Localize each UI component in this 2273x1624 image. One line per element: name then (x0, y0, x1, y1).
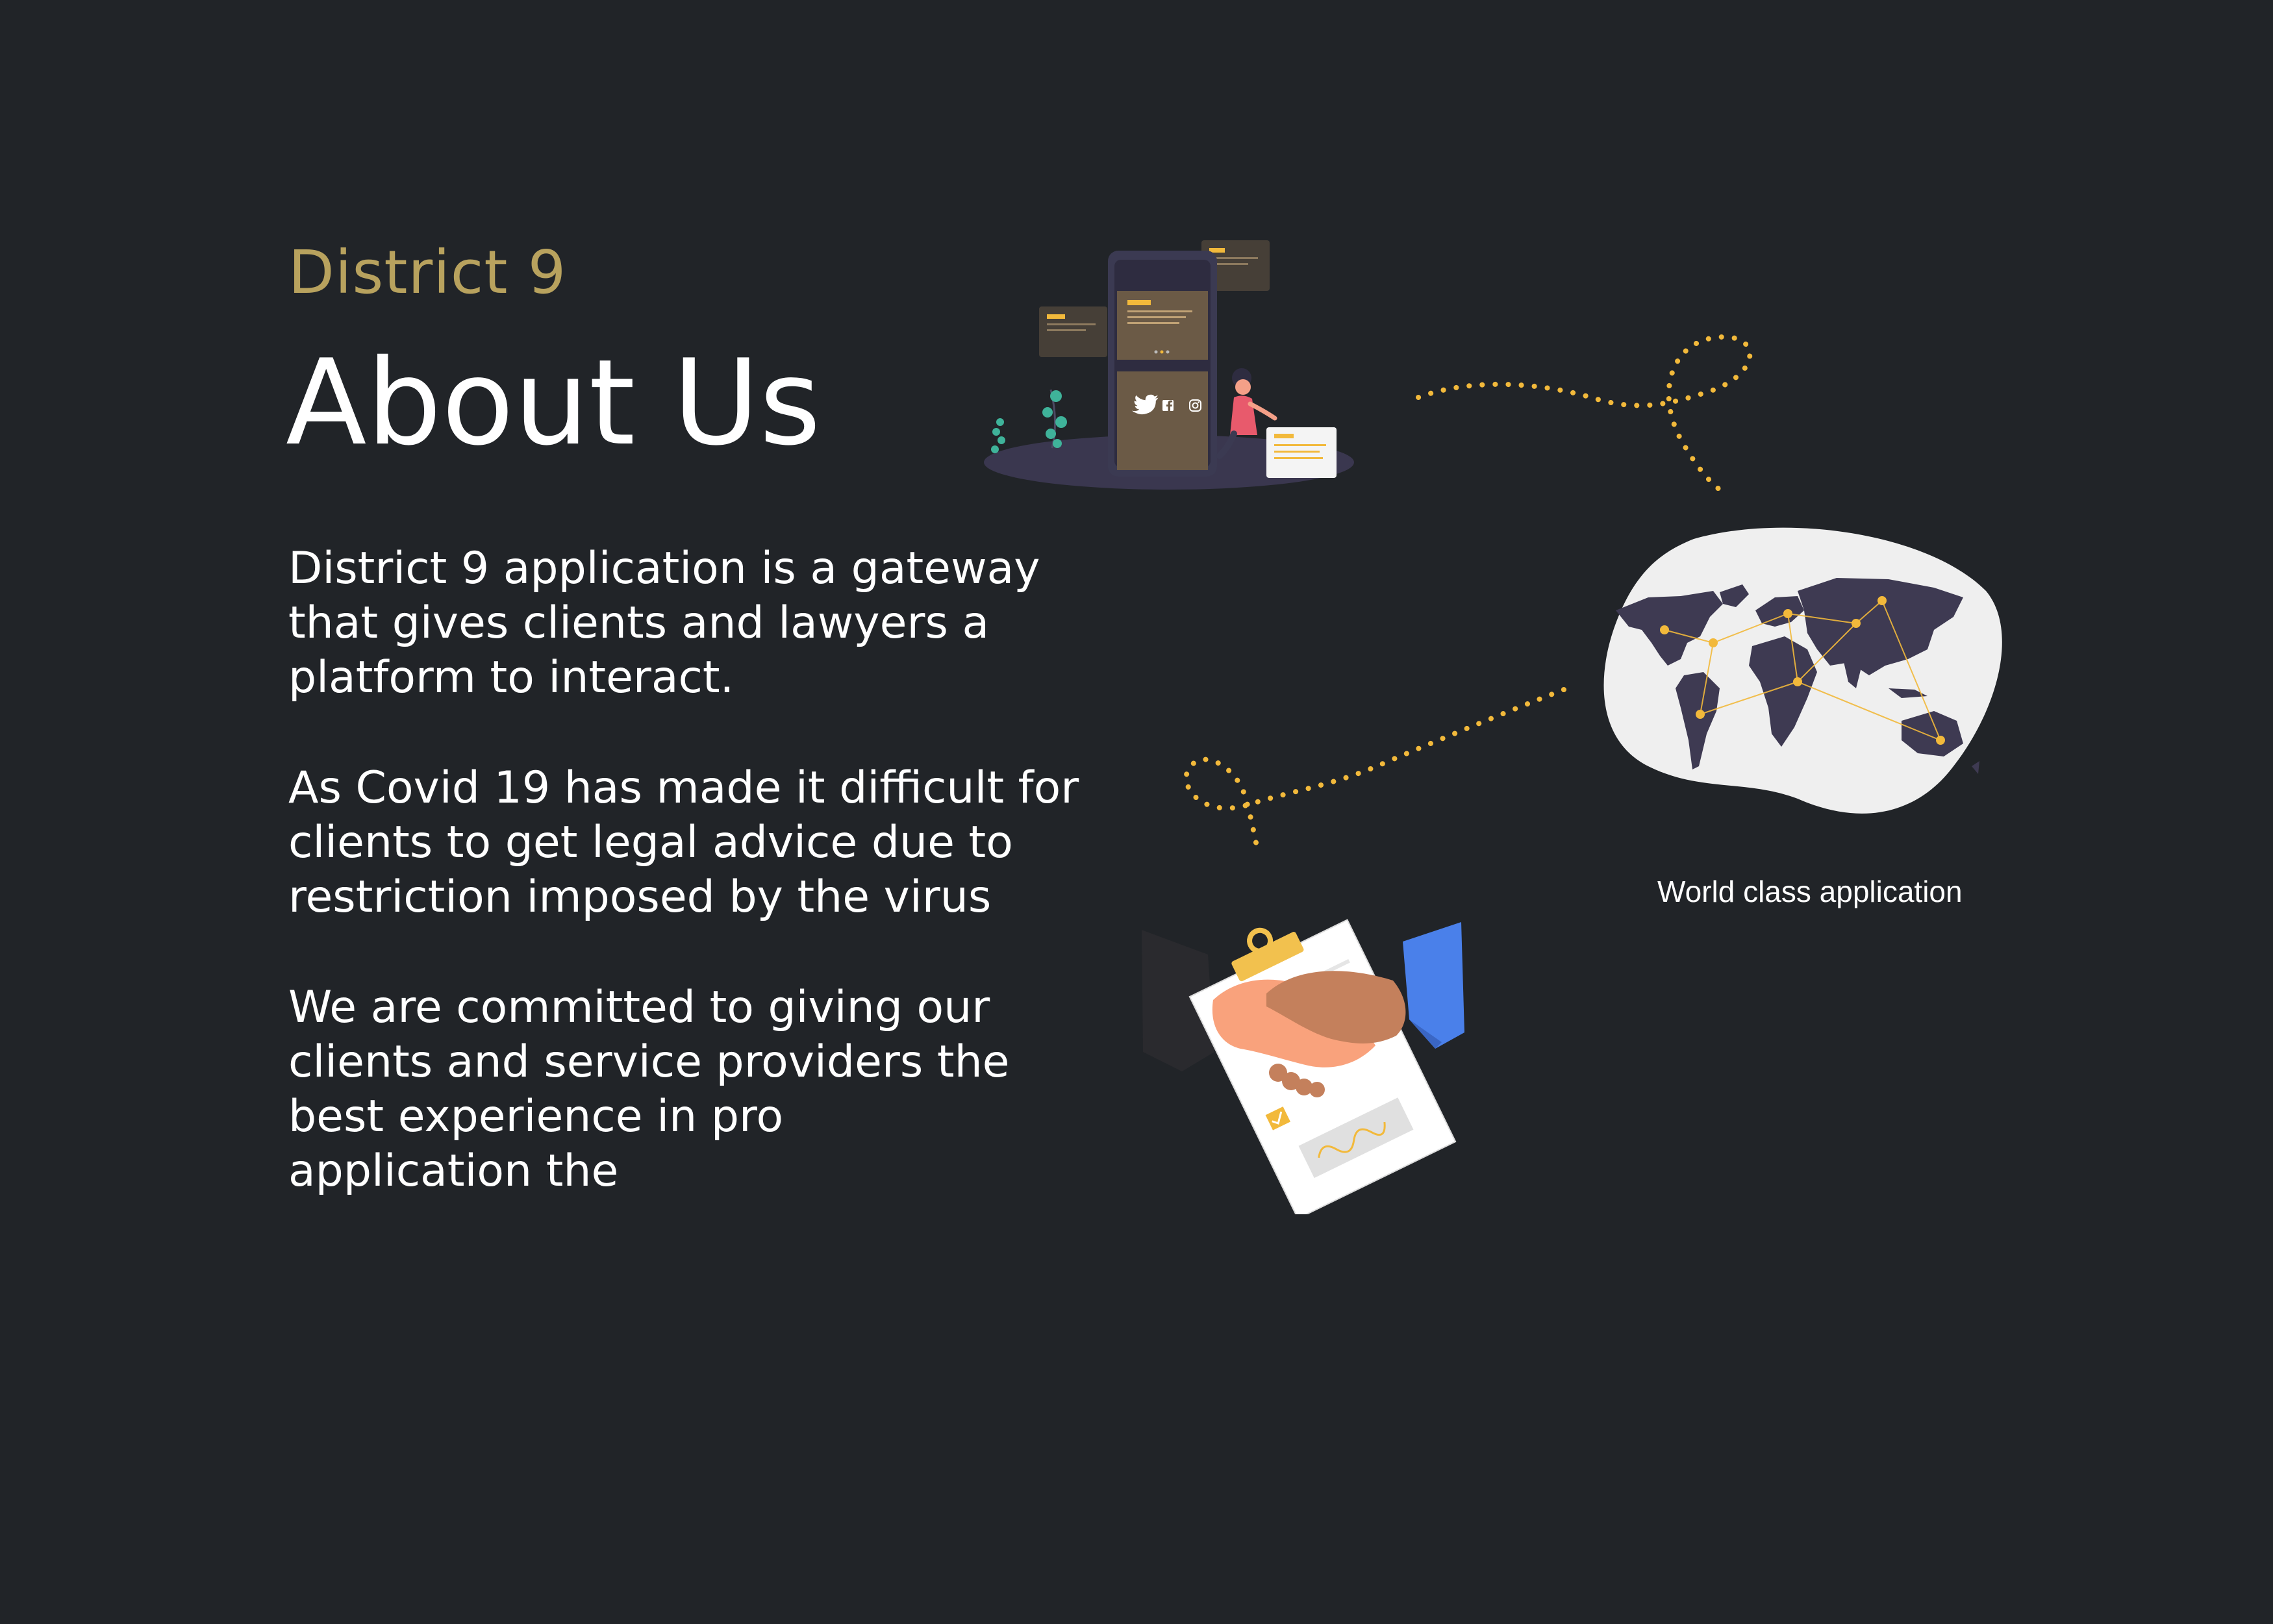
facebook-icon (1162, 400, 1174, 411)
phone-illustration (984, 240, 1354, 490)
about-us-page: District 9 About Us District 9 applicati… (0, 0, 2273, 1624)
dotted-loop-decoration (1183, 687, 1566, 848)
commitment-paragraph: We are committed to giving our clients a… (288, 982, 1010, 1197)
phone-bottom-panel (1117, 371, 1208, 470)
document-card (1266, 427, 1337, 478)
floating-card-left (1039, 306, 1107, 357)
dotted-loop-decoration (1416, 334, 1753, 492)
plant-decoration (991, 389, 1067, 453)
map-caption: World class application (1657, 875, 1963, 908)
brand-title: District 9 (288, 238, 567, 307)
page-title: About Us (286, 334, 821, 471)
world-map-illustration (1603, 527, 2002, 814)
intro-paragraph: District 9 application is a gateway that… (288, 543, 1040, 703)
covid-paragraph: As Covid 19 has made it difficult for cl… (288, 762, 1079, 923)
handshake-contract-illustration (1142, 919, 1464, 1214)
right-sleeve (1403, 922, 1464, 1049)
